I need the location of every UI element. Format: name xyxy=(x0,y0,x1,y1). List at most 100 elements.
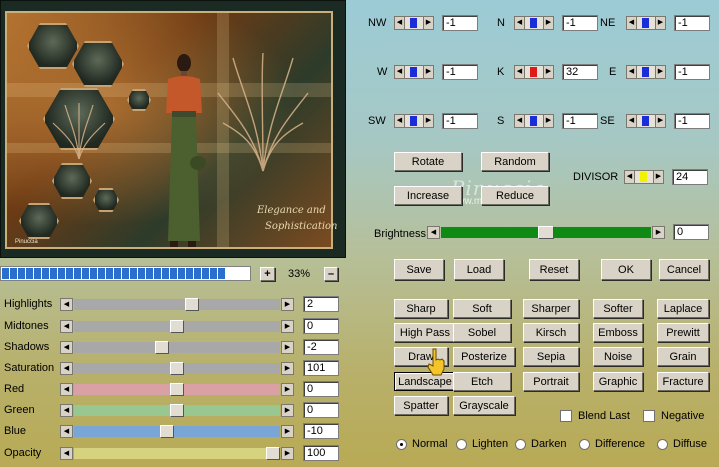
arrow-right-icon[interactable]: ▶ xyxy=(543,16,554,30)
highlights-track[interactable] xyxy=(74,299,280,310)
checkbox-box[interactable] xyxy=(643,410,655,422)
shadows-thumb[interactable] xyxy=(154,341,169,354)
ok-button[interactable]: OK xyxy=(601,259,651,280)
blue-thumb[interactable] xyxy=(160,425,175,438)
preset-laplace-button[interactable]: Laplace xyxy=(657,299,709,318)
arrow-left-icon[interactable]: ◀ xyxy=(514,114,525,128)
kernel-e-input[interactable]: -1 xyxy=(674,64,710,80)
rotate-button[interactable]: Rotate xyxy=(394,152,462,171)
arrow-right-icon[interactable]: ▶ xyxy=(655,114,666,128)
arrow-left-icon[interactable]: ◀ xyxy=(60,404,73,417)
kernel-s-input[interactable]: -1 xyxy=(562,113,598,129)
negative-checkbox[interactable]: Negative xyxy=(643,410,704,422)
arrow-right-icon[interactable]: ▶ xyxy=(653,170,664,184)
kernel-ne-input[interactable]: -1 xyxy=(674,15,710,31)
arrow-left-icon[interactable]: ◀ xyxy=(514,16,525,30)
midtones-thumb[interactable] xyxy=(170,320,184,333)
highlights-input[interactable]: 2 xyxy=(303,296,339,312)
shadows-input[interactable]: -2 xyxy=(303,339,339,355)
preset-sharper-button[interactable]: Sharper xyxy=(523,299,579,318)
arrow-right-icon[interactable]: ▶ xyxy=(543,65,554,79)
green-input[interactable]: 0 xyxy=(303,402,339,418)
arrow-left-icon[interactable]: ◀ xyxy=(626,65,637,79)
preset-spatter-button[interactable]: Spatter xyxy=(394,396,448,415)
preset-grayscale-button[interactable]: Grayscale xyxy=(453,396,515,415)
load-button[interactable]: Load xyxy=(454,259,504,280)
arrow-right-icon[interactable]: ▶ xyxy=(655,16,666,30)
arrow-right-icon[interactable]: ▶ xyxy=(655,65,666,79)
arrow-left-icon[interactable]: ◀ xyxy=(626,16,637,30)
arrow-right-icon[interactable]: ▶ xyxy=(281,425,294,438)
kernel-k-input[interactable]: 32 xyxy=(562,64,598,80)
red-slider[interactable]: ◀ ▶ xyxy=(60,383,294,396)
opacity-track[interactable] xyxy=(74,448,280,459)
arrow-left-icon[interactable]: ◀ xyxy=(394,16,405,30)
arrow-right-icon[interactable]: ▶ xyxy=(281,298,294,311)
blend-diffuse-radio[interactable]: Diffuse xyxy=(657,438,707,450)
preset-sobel-button[interactable]: Sobel xyxy=(453,323,511,342)
kernel-n-input[interactable]: -1 xyxy=(562,15,598,31)
preset-etch-button[interactable]: Etch xyxy=(453,372,511,391)
kernel-ne-spinner[interactable]: ◀ ▶ xyxy=(626,16,666,30)
blue-track[interactable] xyxy=(74,426,280,437)
preset-fracture-button[interactable]: Fracture xyxy=(657,372,709,391)
brightness-slider[interactable]: ◀ ▶ xyxy=(427,226,665,239)
red-thumb[interactable] xyxy=(170,383,184,396)
arrow-left-icon[interactable]: ◀ xyxy=(60,298,73,311)
blend-difference-radio[interactable]: Difference xyxy=(579,438,645,450)
arrow-left-icon[interactable]: ◀ xyxy=(427,226,440,239)
preset-noise-button[interactable]: Noise xyxy=(593,347,643,366)
blend-last-checkbox[interactable]: Blend Last xyxy=(560,410,630,422)
zoom-in-button[interactable]: + xyxy=(260,267,275,281)
preset-sepia-button[interactable]: Sepia xyxy=(523,347,579,366)
preset-softer-button[interactable]: Softer xyxy=(593,299,643,318)
preset-grain-button[interactable]: Grain xyxy=(657,347,709,366)
reset-button[interactable]: Reset xyxy=(529,259,579,280)
arrow-left-icon[interactable]: ◀ xyxy=(60,447,73,460)
radio-dot[interactable] xyxy=(657,438,668,450)
highlights-slider[interactable]: ◀ ▶ xyxy=(60,298,294,311)
kernel-w-spinner[interactable]: ◀ ▶ xyxy=(394,65,434,79)
blend-lighten-radio[interactable]: Lighten xyxy=(456,438,508,450)
arrow-right-icon[interactable]: ▶ xyxy=(281,383,294,396)
blend-normal-radio[interactable]: Normal xyxy=(396,438,447,450)
preset-emboss-button[interactable]: Emboss xyxy=(593,323,643,342)
preset-prewitt-button[interactable]: Prewitt xyxy=(657,323,709,342)
green-thumb[interactable] xyxy=(170,404,184,417)
radio-dot[interactable] xyxy=(515,438,526,450)
divisor-input[interactable]: 24 xyxy=(672,169,708,185)
kernel-w-input[interactable]: -1 xyxy=(442,64,478,80)
zoom-out-button[interactable]: – xyxy=(324,267,338,281)
arrow-right-icon[interactable]: ▶ xyxy=(652,226,665,239)
kernel-s-spinner[interactable]: ◀ ▶ xyxy=(514,114,554,128)
divisor-spinner[interactable]: ◀ ▶ xyxy=(624,170,664,184)
radio-dot[interactable] xyxy=(456,438,467,450)
opacity-input[interactable]: 100 xyxy=(303,445,339,461)
arrow-right-icon[interactable]: ▶ xyxy=(281,447,294,460)
shadows-slider[interactable]: ◀ ▶ xyxy=(60,341,294,354)
random-button[interactable]: Random xyxy=(481,152,549,171)
kernel-e-spinner[interactable]: ◀ ▶ xyxy=(626,65,666,79)
arrow-right-icon[interactable]: ▶ xyxy=(423,65,434,79)
arrow-left-icon[interactable]: ◀ xyxy=(626,114,637,128)
red-input[interactable]: 0 xyxy=(303,381,339,397)
shadows-track[interactable] xyxy=(74,342,280,353)
saturation-thumb[interactable] xyxy=(170,362,184,375)
brightness-thumb[interactable] xyxy=(538,226,554,239)
arrow-right-icon[interactable]: ▶ xyxy=(281,341,294,354)
arrow-left-icon[interactable]: ◀ xyxy=(60,320,73,333)
opacity-slider[interactable]: ◀ ▶ xyxy=(60,447,294,460)
preset-portrait-button[interactable]: Portrait xyxy=(523,372,579,391)
midtones-slider[interactable]: ◀ ▶ xyxy=(60,320,294,333)
opacity-thumb[interactable] xyxy=(266,447,280,460)
radio-dot[interactable] xyxy=(396,438,407,450)
arrow-right-icon[interactable]: ▶ xyxy=(543,114,554,128)
arrow-left-icon[interactable]: ◀ xyxy=(60,425,73,438)
arrow-right-icon[interactable]: ▶ xyxy=(281,320,294,333)
arrow-left-icon[interactable]: ◀ xyxy=(60,341,73,354)
blue-input[interactable]: -10 xyxy=(303,423,339,439)
preset-high-pass-button[interactable]: High Pass xyxy=(394,323,456,342)
kernel-n-spinner[interactable]: ◀ ▶ xyxy=(514,16,554,30)
green-slider[interactable]: ◀ ▶ xyxy=(60,404,294,417)
arrow-right-icon[interactable]: ▶ xyxy=(423,16,434,30)
